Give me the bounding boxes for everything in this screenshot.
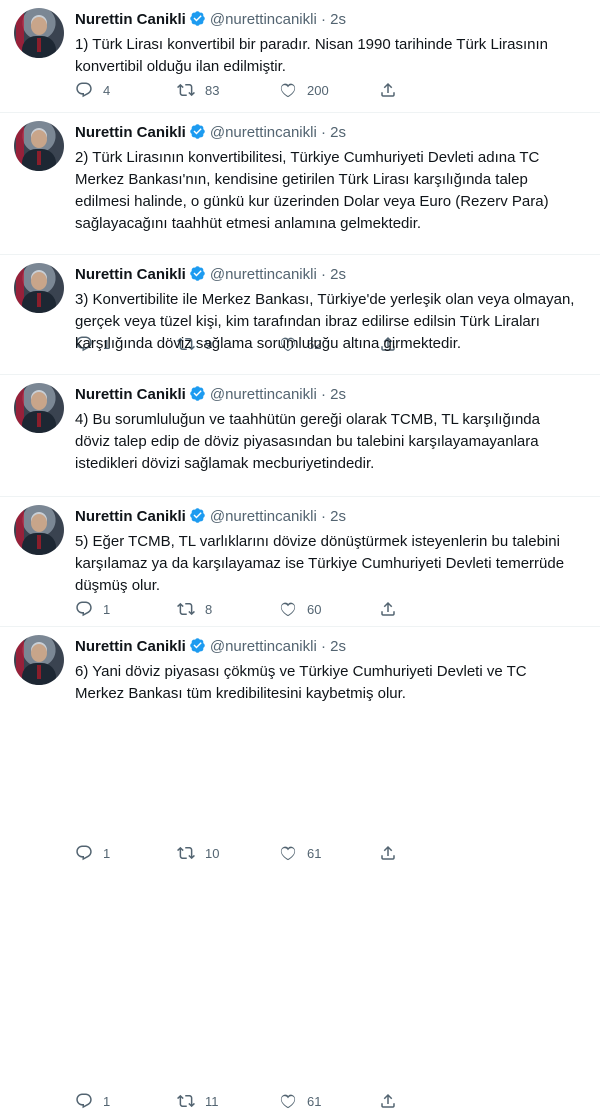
- tweet-text: 4) Bu sorumluluğun ve taahhütün gereği o…: [75, 411, 540, 472]
- verified-badge-icon: [189, 10, 206, 33]
- author-handle[interactable]: @nurettincanikli: [210, 124, 317, 141]
- author-name[interactable]: Nurettin Canikli: [75, 124, 186, 141]
- tweet-header: Nurettin Canikli @nurettincanikli · 2s: [75, 385, 346, 405]
- avatar[interactable]: [14, 635, 64, 685]
- reply-icon: [76, 845, 92, 861]
- reply-count: 1: [103, 845, 111, 861]
- retweet-count: 83: [205, 82, 220, 98]
- author-handle[interactable]: @nurettincanikli: [210, 638, 317, 655]
- tweet-timestamp[interactable]: 2s: [330, 508, 346, 525]
- author-name[interactable]: Nurettin Canikli: [75, 11, 186, 28]
- reply-button[interactable]: 1: [75, 1091, 110, 1111]
- avatar[interactable]: [14, 263, 64, 313]
- verified-badge-icon: [189, 637, 206, 660]
- tweet[interactable]: Nurettin Canikli @nurettincanikli · 2s 3)…: [0, 255, 600, 617]
- tweet-text: 1) Türk Lirası konvertibil bir paradır. …: [75, 36, 549, 75]
- tweet-header: Nurettin Canikli @nurettincanikli · 2s: [75, 637, 346, 657]
- retweet-icon: [177, 1094, 195, 1108]
- like-button[interactable]: 61: [279, 1091, 321, 1111]
- author-name[interactable]: Nurettin Canikli: [75, 508, 186, 525]
- tweet-header: Nurettin Canikli @nurettincanikli · 2s: [75, 265, 346, 285]
- retweet-icon: [177, 846, 195, 860]
- like-count: 61: [307, 845, 322, 861]
- separator-dot: ·: [320, 266, 326, 283]
- tweet-text: 6) Yani döviz piyasası çökmüş ve Türkiye…: [75, 663, 527, 702]
- tweet[interactable]: Nurettin Canikli @nurettincanikli · 2s 6)…: [0, 627, 600, 705]
- tweet-text: 3) Konvertibilite ile Merkez Bankası, Tü…: [75, 291, 575, 352]
- like-button[interactable]: 200: [279, 80, 329, 100]
- tweet-timestamp[interactable]: 2s: [330, 11, 346, 28]
- tweet-timestamp[interactable]: 2s: [330, 266, 346, 283]
- reply-icon: [76, 1093, 92, 1109]
- separator-dot: ·: [320, 386, 326, 403]
- tweet-actions: 1 11 61: [75, 1091, 515, 1111]
- retweet-count: 11: [205, 1093, 219, 1109]
- author-name[interactable]: Nurettin Canikli: [75, 266, 186, 283]
- like-count: 61: [307, 1093, 322, 1109]
- retweet-button[interactable]: 11: [177, 1091, 219, 1111]
- retweet-button[interactable]: 10: [177, 843, 219, 863]
- reply-count: 4: [103, 82, 111, 98]
- avatar[interactable]: [14, 383, 64, 433]
- author-handle[interactable]: @nurettincanikli: [210, 386, 317, 403]
- heart-icon: [280, 83, 296, 98]
- avatar[interactable]: [14, 8, 64, 58]
- author-name[interactable]: Nurettin Canikli: [75, 386, 186, 403]
- heart-icon: [280, 1094, 296, 1109]
- reply-icon: [76, 82, 92, 98]
- tweet-actions: 4 83 200: [75, 80, 515, 100]
- like-button[interactable]: 61: [279, 843, 321, 863]
- separator-dot: ·: [320, 508, 326, 525]
- author-handle[interactable]: @nurettincanikli: [210, 11, 317, 28]
- tweet-timestamp[interactable]: 2s: [330, 386, 346, 403]
- retweet-icon: [177, 83, 195, 97]
- share-button[interactable]: [379, 80, 397, 100]
- retweet-button[interactable]: 83: [177, 80, 219, 100]
- verified-badge-icon: [189, 123, 206, 146]
- tweet[interactable]: Nurettin Canikli @nurettincanikli · 2s 2)…: [0, 113, 600, 352]
- retweet-count: 10: [205, 845, 220, 861]
- reply-button[interactable]: 1: [75, 843, 110, 863]
- verified-badge-icon: [189, 265, 206, 288]
- share-icon: [381, 82, 395, 97]
- share-button[interactable]: [379, 1091, 397, 1111]
- avatar[interactable]: [14, 505, 64, 555]
- tweet-header: Nurettin Canikli @nurettincanikli · 2s: [75, 123, 346, 143]
- reply-button[interactable]: 4: [75, 80, 110, 100]
- author-handle[interactable]: @nurettincanikli: [210, 266, 317, 283]
- separator-dot: ·: [320, 11, 326, 28]
- share-icon: [381, 1093, 395, 1108]
- verified-badge-icon: [189, 385, 206, 408]
- author-handle[interactable]: @nurettincanikli: [210, 508, 317, 525]
- reply-count: 1: [103, 1093, 111, 1109]
- tweet-header: Nurettin Canikli @nurettincanikli · 2s: [75, 507, 346, 527]
- heart-icon: [280, 846, 296, 861]
- tweet-text: 2) Türk Lirasının konvertibilitesi, Türk…: [75, 149, 549, 232]
- tweet[interactable]: Nurettin Canikli @nurettincanikli · 2s 1)…: [0, 0, 600, 113]
- avatar[interactable]: [14, 121, 64, 171]
- tweet-actions: 1 10 61: [75, 843, 515, 863]
- tweet-timestamp[interactable]: 2s: [330, 124, 346, 141]
- share-button[interactable]: [379, 843, 397, 863]
- tweet[interactable]: Nurettin Canikli @nurettincanikli · 2s 4)…: [0, 375, 600, 861]
- tweet[interactable]: Nurettin Canikli @nurettincanikli · 2s 5)…: [0, 497, 600, 1109]
- like-count: 200: [307, 82, 329, 98]
- author-name[interactable]: Nurettin Canikli: [75, 638, 186, 655]
- share-icon: [381, 845, 395, 860]
- verified-badge-icon: [189, 507, 206, 530]
- tweet-text: 5) Eğer TCMB, TL varlıklarını dövize dön…: [75, 533, 565, 594]
- separator-dot: ·: [320, 638, 326, 655]
- separator-dot: ·: [320, 124, 326, 141]
- tweet-header: Nurettin Canikli @nurettincanikli · 2s: [75, 10, 346, 30]
- tweet-timestamp[interactable]: 2s: [330, 638, 346, 655]
